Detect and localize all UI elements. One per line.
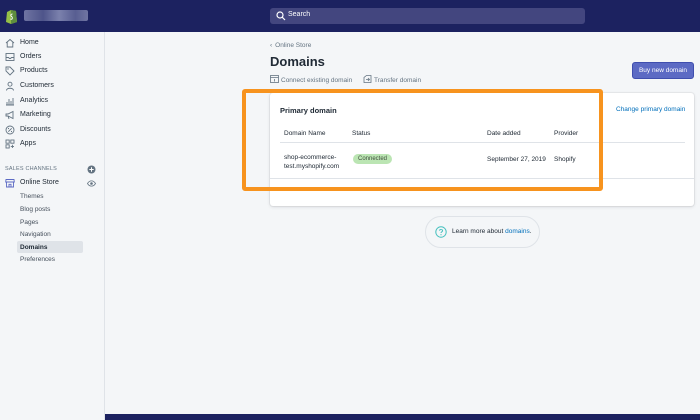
chevron-left-icon: ‹ <box>270 42 273 49</box>
learn-more-suffix: . <box>529 228 532 235</box>
sidebar-item-label: Analytics <box>20 97 49 104</box>
store-name-blurred[interactable] <box>24 10 88 21</box>
learn-more-text: Learn more about domains. <box>452 228 532 235</box>
sales-channels-heading: SALES CHANNELS <box>5 166 58 172</box>
sidebar-subitem-pages[interactable]: Pages <box>20 219 38 226</box>
question-circle-icon <box>435 226 447 238</box>
bar-chart-icon <box>6 98 14 106</box>
domains-help-link[interactable]: domains <box>505 228 530 235</box>
bottom-bar <box>105 414 700 420</box>
sidebar-item-apps[interactable]: Apps <box>0 138 104 152</box>
search-icon <box>276 11 286 21</box>
discount-icon <box>5 125 15 135</box>
buy-new-domain-button[interactable]: Buy new domain <box>632 62 694 79</box>
transfer-domain-button[interactable]: Transfer domain <box>363 75 421 84</box>
sidebar-subitem-domains[interactable]: Domains <box>20 244 47 251</box>
sidebar-item-marketing[interactable]: Marketing <box>0 109 104 123</box>
tag-icon <box>5 66 15 76</box>
search-input[interactable] <box>270 8 585 24</box>
sidebar-item-analytics[interactable]: Analytics <box>0 95 104 109</box>
transfer-domain-label: Transfer domain <box>374 77 422 84</box>
learn-more-prefix: Learn more about <box>452 228 506 235</box>
apps-icon <box>5 139 15 149</box>
page-title: Domains <box>270 54 325 69</box>
change-primary-domain-link[interactable]: Change primary domain <box>616 106 685 113</box>
sidebar-subitem-preferences[interactable]: Preferences <box>20 256 55 263</box>
sidebar-item-label: Home <box>20 39 39 46</box>
search-placeholder: Search <box>288 11 311 18</box>
breadcrumb[interactable]: ‹ Online Store <box>270 42 311 49</box>
sidebar-item-customers[interactable]: Customers <box>0 80 104 94</box>
shopify-logo-icon[interactable] <box>5 8 18 24</box>
sidebar-item-label: Orders <box>20 53 42 60</box>
store-icon <box>5 179 15 188</box>
transfer-icon <box>363 75 372 83</box>
orders-icon <box>5 53 15 61</box>
add-channel-icon[interactable] <box>87 165 96 174</box>
sidebar-item-products[interactable]: Products <box>0 65 104 79</box>
breadcrumb-label: Online Store <box>275 42 312 49</box>
connect-domain-icon <box>270 75 279 83</box>
sidebar-item-label: Products <box>20 67 48 74</box>
eye-icon[interactable] <box>87 180 96 187</box>
sidebar-item-label: Discounts <box>20 126 51 133</box>
sidebar-subitem-themes[interactable]: Themes <box>20 193 43 200</box>
home-icon <box>5 38 15 48</box>
connect-existing-domain-label: Connect existing domain <box>281 77 353 84</box>
orange-highlight-box <box>242 89 603 191</box>
sidebar-item-discounts[interactable]: Discounts <box>0 124 104 138</box>
sidebar-item-label: Online Store <box>20 179 59 186</box>
sidebar-item-label: Marketing <box>20 111 51 118</box>
sidebar-subitem-blog-posts[interactable]: Blog posts <box>20 206 50 213</box>
sidebar-item-home[interactable]: Home <box>0 37 104 51</box>
person-icon <box>6 81 14 91</box>
connect-existing-domain-button[interactable]: Connect existing domain <box>270 75 352 84</box>
sidebar-item-orders[interactable]: Orders <box>0 51 104 65</box>
sidebar-subitem-navigation[interactable]: Navigation <box>20 231 51 238</box>
sidebar-item-label: Apps <box>20 140 36 147</box>
sidebar-item-label: Customers <box>20 82 54 89</box>
megaphone-icon <box>5 110 14 120</box>
